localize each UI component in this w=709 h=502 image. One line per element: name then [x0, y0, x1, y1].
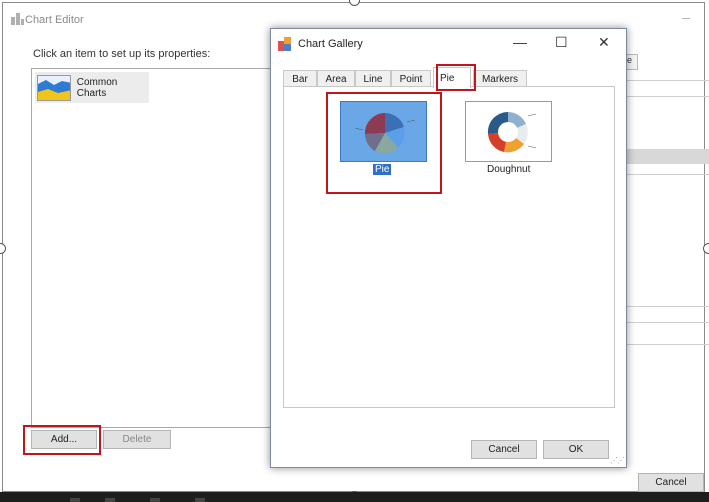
resize-grip-icon[interactable]: ⋰⋰: [610, 456, 625, 465]
editor-close-button[interactable]: –: [682, 9, 690, 25]
gallery-cancel-button[interactable]: Cancel: [471, 440, 537, 459]
taskbar: [0, 492, 709, 502]
area-chart-icon: [37, 74, 71, 101]
chart-items-list[interactable]: Common Charts: [31, 68, 276, 428]
add-button-highlight: [23, 425, 101, 455]
maximize-button[interactable]: ☐: [555, 34, 568, 51]
pie-tab-highlight: [436, 64, 476, 91]
editor-cancel-button[interactable]: Cancel: [638, 473, 704, 492]
list-item-label: Common Charts: [76, 76, 118, 99]
tab-bar[interactable]: Bar: [283, 70, 317, 87]
doughnut-chart-icon: [487, 111, 537, 153]
minimize-button[interactable]: —: [513, 34, 527, 50]
chart-gallery-title: Chart Gallery: [298, 38, 363, 50]
chart-gallery-dialog: Chart Gallery — ☐ ✕ Bar Area Line Point …: [270, 28, 627, 468]
tab-area[interactable]: Area: [317, 70, 355, 87]
tab-point[interactable]: Point: [391, 70, 431, 87]
chart-editor-icon: [11, 13, 24, 25]
gallery-ok-button[interactable]: OK: [543, 440, 609, 459]
doughnut-chart-item[interactable]: [465, 101, 552, 162]
resize-handle-right[interactable]: [703, 243, 709, 254]
properties-prompt: Click an item to set up its properties:: [33, 48, 211, 60]
properties-header-bar: [626, 149, 709, 164]
list-item-common-charts[interactable]: Common Charts: [35, 72, 149, 103]
tab-markers[interactable]: Markers: [473, 70, 527, 87]
close-button[interactable]: ✕: [598, 34, 610, 51]
properties-tab[interactable]: e: [626, 54, 638, 70]
pie-item-highlight: [326, 92, 442, 194]
doughnut-item-label: Doughnut: [487, 164, 531, 175]
delete-button[interactable]: Delete: [103, 430, 171, 449]
chart-gallery-icon: [278, 37, 292, 51]
tab-line[interactable]: Line: [355, 70, 391, 87]
chart-editor-title: Chart Editor: [25, 14, 84, 26]
